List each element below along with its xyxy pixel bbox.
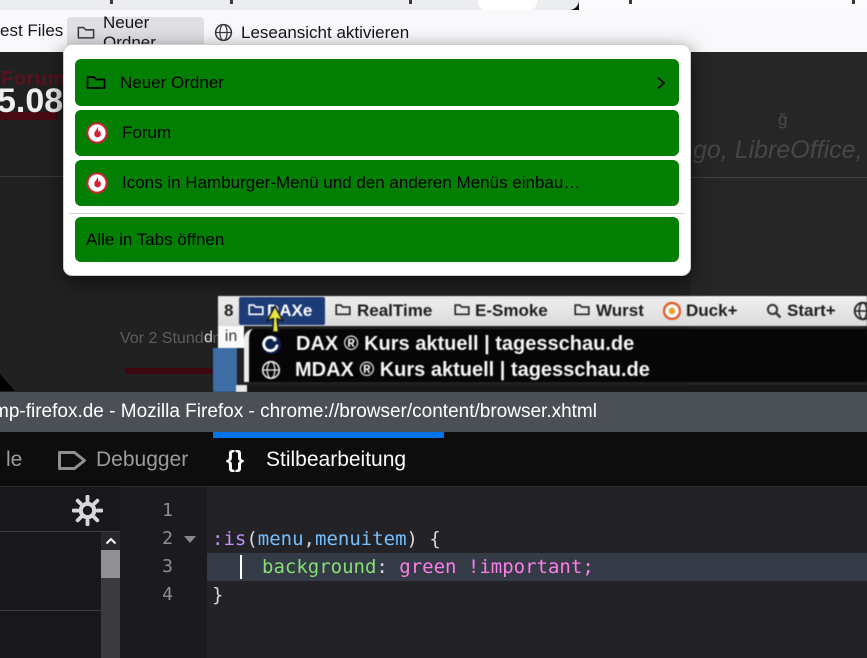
- code-token: {: [418, 528, 441, 550]
- window-title: mp-firefox.de - Mozilla Firefox - chrome…: [0, 392, 597, 432]
- fold-arrow-icon[interactable]: [184, 536, 196, 543]
- embedded-screenshot: 8 DAXe RealTime E-Smoke Wurst Duck+ Star…: [213, 296, 867, 392]
- stylesheet-list-panel: [0, 487, 120, 658]
- line-number: 3: [120, 553, 173, 581]
- chevron-right-icon: [655, 74, 667, 92]
- blue-page-fragment: [213, 348, 237, 392]
- divider: [0, 176, 63, 177]
- embedded-dropdown-label: MDAX ® Kurs aktuell | tagesschau.de: [295, 359, 650, 382]
- line-number: 4: [120, 581, 173, 609]
- magnifier-icon: [766, 303, 782, 319]
- embedded-bookmark-duck: Duck+: [686, 296, 738, 326]
- embedded-dropdown-row: MDAX ® Kurs aktuell | tagesschau.de: [249, 357, 650, 383]
- black-corner-pointer: [0, 374, 15, 391]
- menu-item-label: Forum: [122, 123, 171, 143]
- bookmarks-dropdown-menu: Neuer Ordner Forum Icons in Hamburger-Me…: [63, 44, 691, 276]
- embedded-dropdown: DAX ® Kurs aktuell | tagesschau.de MDAX …: [244, 329, 867, 382]
- gear-icon[interactable]: [72, 495, 103, 526]
- dark-fragment: [247, 385, 867, 392]
- menu-item-label: Alle in Tabs öffnen: [86, 230, 224, 250]
- red-headline-bar: [125, 368, 220, 374]
- menu-item-forum[interactable]: Forum: [75, 110, 679, 156]
- cut-text-mark: [629, 0, 632, 4]
- cut-text-mark: [110, 0, 113, 4]
- text-caret: [240, 555, 242, 579]
- globe-icon: [261, 360, 281, 380]
- folder-icon: [454, 303, 470, 316]
- code-token: ,: [304, 528, 315, 550]
- menu-item-new-folder[interactable]: Neuer Ordner: [75, 59, 679, 106]
- braces-icon: {}: [226, 432, 244, 487]
- globe-icon: [853, 301, 867, 321]
- globe-icon: [214, 23, 233, 42]
- devtools-tabbar: le Debugger {} Stilbearbeitung: [0, 432, 867, 487]
- code-token: ): [407, 528, 418, 550]
- embedded-bookmark-realtime: RealTime: [357, 296, 432, 326]
- embedded-bookmark-start: Start+: [787, 296, 836, 326]
- tab-console-partial[interactable]: le: [6, 432, 22, 487]
- background-italic-text: go, LibreOffice, Wo: [693, 136, 867, 165]
- background-date-text: 5.08.: [0, 82, 73, 121]
- cut-text-mark: [230, 0, 233, 4]
- code-token: :is: [212, 528, 246, 550]
- partial-letter: d: [204, 329, 213, 347]
- line-number: 2: [120, 525, 173, 553]
- cut-text-mark: [852, 0, 855, 4]
- code-line-2[interactable]: :is(menu,menuitem) {: [207, 525, 441, 553]
- style-editor-body: 1 2 3 4 :is(menu,menuitem) { background:…: [0, 487, 867, 658]
- window-tab-strip-right: [579, 0, 867, 10]
- chevron-up-icon: [105, 537, 117, 545]
- window-titlebar: mp-firefox.de - Mozilla Firefox - chrome…: [0, 392, 867, 432]
- menu-separator: [69, 213, 685, 214]
- cut-text-mark: [409, 0, 412, 4]
- embedded-dropdown-row: DAX ® Kurs aktuell | tagesschau.de: [249, 331, 634, 357]
- code-token: menuitem: [315, 528, 407, 550]
- embedded-bookmark-esmoke: E-Smoke: [475, 296, 548, 326]
- bookmark-item-files[interactable]: est Files: [0, 10, 63, 52]
- code-token: :: [376, 556, 387, 578]
- scrollbar-track[interactable]: [101, 532, 120, 658]
- folder-icon: [574, 303, 590, 316]
- menu-item-icons-hamburger[interactable]: Icons in Hamburger-Menü und den anderen …: [75, 160, 679, 206]
- code-token: green: [388, 556, 457, 578]
- flame-icon: [86, 122, 108, 144]
- line-number: 1: [120, 497, 173, 525]
- embedded-dropdown-label: DAX ® Kurs aktuell | tagesschau.de: [296, 333, 634, 356]
- code-token: (: [246, 528, 257, 550]
- code-line-4[interactable]: }: [207, 581, 223, 609]
- code-token: menu: [258, 528, 304, 550]
- menu-item-open-all-tabs[interactable]: Alle in Tabs öffnen: [75, 217, 679, 262]
- scrollbar-up-button[interactable]: [101, 532, 120, 550]
- embedded-bookmark-wurst: Wurst: [596, 296, 644, 326]
- embedded-partial-char: 8: [224, 296, 233, 326]
- active-tab-bottom[interactable]: [478, 0, 537, 10]
- duck-icon: [663, 302, 681, 320]
- folder-icon: [335, 303, 351, 316]
- flame-icon: [86, 172, 108, 194]
- reader-mode-label: Leseansicht aktivieren: [241, 23, 409, 43]
- divider: [0, 610, 101, 611]
- divider: [691, 177, 867, 178]
- folder-icon: [86, 74, 106, 91]
- menu-item-label: Neuer Ordner: [120, 73, 224, 93]
- menu-item-label: Icons in Hamburger-Menü und den anderen …: [122, 173, 580, 193]
- code-line-3[interactable]: background: green !important;: [207, 553, 594, 581]
- folder-icon: [77, 25, 95, 40]
- tab-styleeditor[interactable]: Stilbearbeitung: [266, 432, 406, 487]
- debugger-icon: [57, 450, 87, 471]
- white-fragment: [236, 385, 247, 392]
- mouse-cursor-icon: [263, 304, 287, 339]
- embedded-bookmarks-toolbar: 8 DAXe RealTime E-Smoke Wurst Duck+ Star…: [218, 296, 867, 326]
- screenshot-root: est Files Neuer Ordner Leseansicht aktiv…: [0, 0, 867, 658]
- code-token: !important;: [456, 556, 593, 578]
- code-token: background: [262, 556, 376, 578]
- tab-debugger[interactable]: Debugger: [96, 432, 188, 487]
- partial-text-box: in: [218, 326, 244, 348]
- scrollbar-thumb[interactable]: [101, 550, 120, 578]
- folder-icon: [248, 303, 264, 316]
- faint-glyph: ğ: [778, 110, 787, 130]
